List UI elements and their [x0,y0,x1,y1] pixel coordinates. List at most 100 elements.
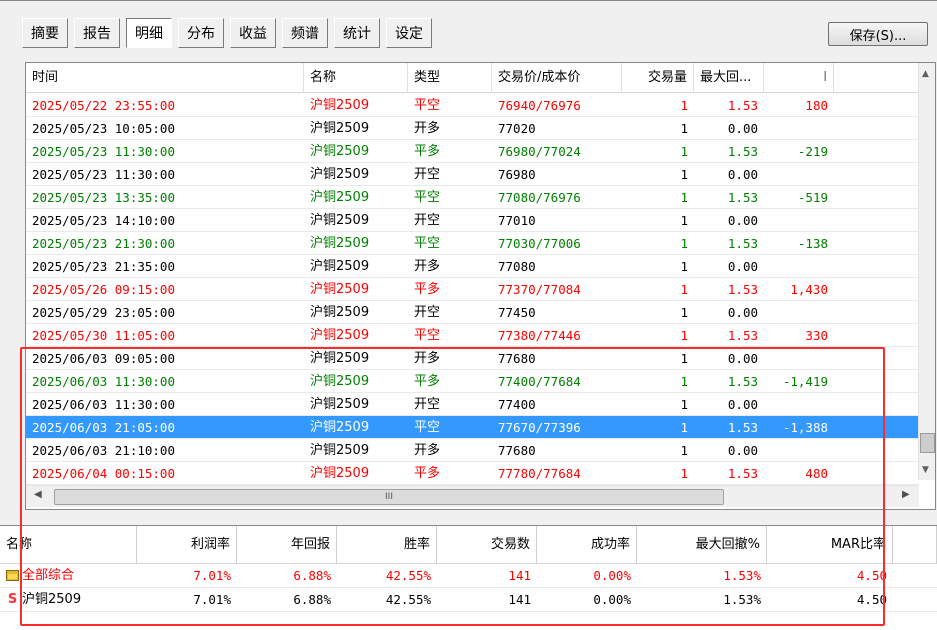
col-header-type[interactable]: 类型 [408,63,492,93]
table-row[interactable]: 2025/05/30 11:05:00 沪铜2509 平空 77380/77446 1 1… [26,324,919,347]
col-header-price[interactable]: 交易价/成本价 [492,63,622,93]
cell-type: 平多 [414,144,441,159]
cell-vol: 1 [680,259,688,274]
col-header-volume[interactable]: 交易量 [622,63,694,93]
cell-dd: 1.53 [727,190,758,205]
cell-time: 2025/05/23 11:30:00 [32,167,175,182]
cell-dd: 1.53 [727,144,758,159]
tab-report[interactable]: 报告 [74,18,120,48]
tab-settings[interactable]: 设定 [386,18,432,48]
cell-maxdd: 1.53% [723,592,761,607]
col-header-win-rate[interactable]: 胜率 [337,526,437,564]
scroll-down-icon[interactable]: ▼ [922,465,929,475]
cell-vol: 1 [680,351,688,366]
cell-pnl: 480 [805,466,828,481]
col-header-name[interactable]: 名称 [304,63,408,93]
table-row[interactable]: 2025/05/23 10:05:00 沪铜2509 开多 77020 1 0.00 [26,117,919,140]
cell-vol: 1 [680,374,688,389]
scroll-up-icon[interactable]: ▲ [922,69,929,79]
scroll-right-icon[interactable]: ▶ [902,489,910,500]
table-row[interactable]: 2025/06/03 21:05:00 沪铜2509 平空 77670/77396 1 1… [26,416,919,439]
table-row[interactable]: 2025/05/22 23:55:00 沪铜2509 平空 76940/76976 1 1… [26,94,919,117]
cell-price: 77080 [498,259,536,274]
cell-dd: 0.00 [727,167,758,182]
cell-name: 沪铜2509 [310,466,370,481]
save-button[interactable]: 保存(S)... [828,22,928,46]
cell-price: 76940/76976 [498,98,581,113]
tab-details[interactable]: 明细 [126,18,172,48]
tab-bar: 摘要 报告 明细 分布 收益 频谱 统计 设定 [22,18,438,48]
cell-pnl: -219 [797,144,828,159]
table-row[interactable]: 2025/05/23 11:30:00 沪铜2509 平多 76980/77024 1 1… [26,140,919,163]
summary-header: 名称 利润率 年回报 胜率 交易数 成功率 最大回撤% MAR比率 [0,526,937,564]
cell-pnl [764,117,834,139]
table-row[interactable]: 2025/05/26 09:15:00 沪铜2509 平多 77370/77084 1 1… [26,278,919,301]
col-header-time[interactable]: 时间 [26,63,304,93]
cell-vol: 1 [680,466,688,481]
table-row[interactable]: 2025/05/23 21:30:00 沪铜2509 平空 77030/77006 1 1… [26,232,919,255]
table-row[interactable]: 2025/05/23 14:10:00 沪铜2509 开空 77010 1 0.00 [26,209,919,232]
cell-name: 沪铜2509 [310,236,370,251]
cell-success: 0.00% [593,568,631,583]
col-header-mar-ratio[interactable]: MAR比率 [767,526,893,564]
cell-name: 沪铜2509 [310,328,370,343]
table-row[interactable]: 2025/05/23 21:35:00 沪铜2509 开多 77080 1 0.00 [26,255,919,278]
tab-summary[interactable]: 摘要 [22,18,68,48]
table-row[interactable]: 2025/06/03 11:30:00 沪铜2509 平多 77400/77684 1 1… [26,370,919,393]
summary-body: 全部综合 7.01% 6.88% 42.55% 141 0.00% 1.53% 4.50 S 沪铜… [0,564,937,612]
cell-time: 2025/05/22 23:55:00 [32,98,175,113]
summary-row[interactable]: 全部综合 7.01% 6.88% 42.55% 141 0.00% 1.53% 4.50 [0,564,937,588]
cell-dd: 1.53 [727,98,758,113]
vertical-scrollbar[interactable]: ▲ ▼ [918,63,935,480]
cell-name: 沪铜2509 [310,351,370,366]
table-row[interactable]: 2025/06/04 00:15:00 沪铜2509 平多 77780/77684 1 1… [26,462,919,485]
table-row[interactable]: 2025/05/23 11:30:00 沪铜2509 开空 76980 1 0.00 [26,163,919,186]
cell-type: 开空 [414,213,441,228]
cell-type: 开多 [414,443,441,458]
cell-type: 平多 [414,374,441,389]
horizontal-scrollbar[interactable]: ◀ III ▶ [26,485,919,507]
col-header-empty [893,526,937,564]
tab-returns[interactable]: 收益 [230,18,276,48]
cell-vol: 1 [680,190,688,205]
cell-pnl [764,163,834,185]
horizontal-scroll-thumb[interactable]: III [54,489,724,505]
cell-type: 开空 [414,305,441,320]
cell-pnl: -1,419 [782,374,828,389]
cell-vol: 1 [680,98,688,113]
cell-win: 42.55% [385,592,431,607]
col-header-trade-count[interactable]: 交易数 [437,526,537,564]
col-header-max-drawdown[interactable]: 最大回... [694,63,764,93]
cell-pnl [764,301,834,323]
summary-row[interactable]: S 沪铜2509 7.01% 6.88% 42.55% 141 0.00% 1.53% 4.50 [0,588,937,612]
col-header-max-drawdown-pct[interactable]: 最大回撤% [637,526,767,564]
cell-type: 开空 [414,167,441,182]
cell-time: 2025/06/03 21:10:00 [32,443,175,458]
cell-pnl [764,209,834,231]
table-body: 2025/05/22 23:55:00 沪铜2509 平空 76940/76976 1 1… [26,94,919,485]
cell-vol: 1 [680,397,688,412]
tab-distribution[interactable]: 分布 [178,18,224,48]
cell-mar: 4.50 [856,568,887,583]
table-row[interactable]: 2025/05/29 23:05:00 沪铜2509 开空 77450 1 0.00 [26,301,919,324]
col-header-annual-return[interactable]: 年回报 [237,526,337,564]
tab-spectrum[interactable]: 频谱 [282,18,328,48]
cell-pnl [764,439,834,461]
cell-name: 沪铜2509 [310,305,370,320]
dollar-icon: S [7,591,18,607]
cell-profit: 7.01% [193,568,231,583]
table-row[interactable]: 2025/06/03 21:10:00 沪铜2509 开多 77680 1 0.00 [26,439,919,462]
col-header-profit-rate[interactable]: 利润率 [137,526,237,564]
table-header: 时间 名称 类型 交易价/成本价 交易量 最大回... l [26,63,935,93]
col-header-success-rate[interactable]: 成功率 [537,526,637,564]
vertical-scroll-thumb[interactable] [920,433,935,453]
table-row[interactable]: 2025/05/23 13:35:00 沪铜2509 平空 77080/76976 1 1… [26,186,919,209]
scroll-left-icon[interactable]: ◀ [34,489,42,500]
cell-name: 沪铜2509 [310,374,370,389]
table-row[interactable]: 2025/06/03 09:05:00 沪铜2509 开多 77680 1 0.00 [26,347,919,370]
tab-statistics[interactable]: 统计 [334,18,380,48]
col-header-name[interactable]: 名称 [0,526,137,564]
cell-trades: 141 [508,592,531,607]
col-header-truncated[interactable]: l [764,63,834,93]
table-row[interactable]: 2025/06/03 11:30:00 沪铜2509 开空 77400 1 0.00 [26,393,919,416]
